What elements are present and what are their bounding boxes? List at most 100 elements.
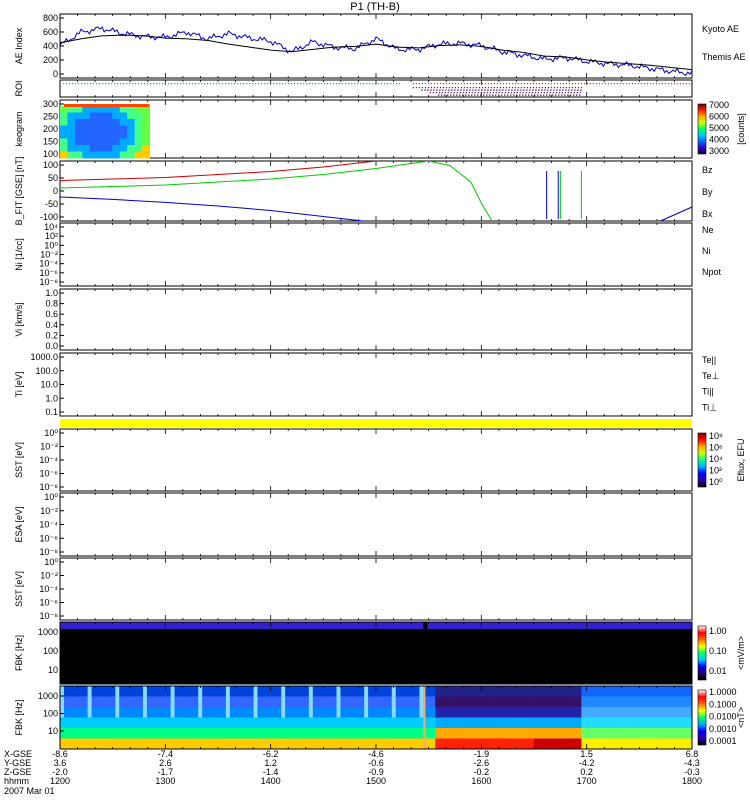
roi-dot xyxy=(517,87,520,89)
fbk-scm-cell xyxy=(597,728,602,739)
fbk-scm-cell xyxy=(435,696,440,708)
keogram-cell xyxy=(67,112,76,120)
fbk-scm-cell xyxy=(71,707,77,718)
roi-dot xyxy=(448,83,451,85)
ni-frame xyxy=(59,222,693,287)
fbk-scm-cell xyxy=(455,686,460,697)
fbk-scm-cell xyxy=(644,728,649,739)
fbk-scm-cell xyxy=(300,717,306,729)
ti-ytick-label: 1000.0 xyxy=(30,352,58,362)
fbk-scm-colorbar xyxy=(697,689,707,746)
fbk-scm-cell xyxy=(656,728,661,739)
fbk-edc-ytick-label: 100 xyxy=(43,646,58,656)
vi-ytick-label: 0.4 xyxy=(45,320,58,330)
fbk-scm-cell xyxy=(127,707,132,718)
roi-dot xyxy=(516,94,518,96)
fbk-scm-cell xyxy=(150,738,156,750)
fbk-scm-cell xyxy=(115,728,120,739)
fbk-scm-cell xyxy=(545,707,551,718)
plot-title: P1 (TH-B) xyxy=(350,1,400,13)
roi-dot xyxy=(502,87,505,89)
roi-dot xyxy=(481,83,484,85)
fbk-scm-cell xyxy=(553,728,559,739)
roi-dot xyxy=(544,83,547,85)
fbk-scm-cell xyxy=(648,686,653,697)
keogram-ytick-label: 150 xyxy=(43,137,58,147)
fbk-scm-cell xyxy=(115,696,120,708)
fbk-scm-cell xyxy=(486,696,491,708)
roi-dot xyxy=(123,83,125,85)
fbk-scm-cell xyxy=(660,728,665,739)
fbk-scm-cell xyxy=(139,707,144,718)
ti-ytick-label: 10.0 xyxy=(40,380,58,390)
fbk-scm-cell xyxy=(534,738,539,750)
fbk-scm-cell xyxy=(526,728,531,739)
fbk-scm-cell xyxy=(482,717,487,729)
fbk-scm-cell xyxy=(470,696,476,708)
fbk-scm-cell xyxy=(111,738,116,750)
roi-dot xyxy=(415,83,418,85)
roi-dot xyxy=(490,89,492,91)
fbk-scm-cell xyxy=(158,696,164,708)
roi-dot xyxy=(384,83,386,85)
roi-dot xyxy=(475,89,477,91)
fbk-scm-cell xyxy=(616,686,622,697)
ti-legend-2: Ti|| xyxy=(702,387,714,397)
roi-dot xyxy=(646,83,649,85)
roi-dot xyxy=(462,94,464,96)
keogram-cell xyxy=(97,119,106,126)
fbk-scm-cell xyxy=(198,707,203,718)
fbk-scm-cell xyxy=(573,738,578,750)
roi-dot xyxy=(339,83,341,85)
fbk-scm-cell xyxy=(561,717,566,729)
fbk-scm-cell xyxy=(182,707,187,718)
roi-dot xyxy=(658,83,661,85)
roi-dot xyxy=(330,83,332,85)
roi-dot xyxy=(652,83,655,85)
fbk-scm-cell xyxy=(486,717,491,729)
roi-dot xyxy=(469,87,472,89)
fbk-scm-cell xyxy=(411,707,416,718)
fbk-scm-ytick-label: 10 xyxy=(48,726,58,736)
roi-dot xyxy=(126,83,128,85)
fbk-scm-cell xyxy=(379,717,385,729)
fbk-scm-cell xyxy=(407,696,412,708)
fbk-scm-cell xyxy=(490,707,495,718)
fbk-scm-cell xyxy=(79,728,85,739)
axis-tick-hhmm: 1200 xyxy=(50,776,70,786)
ae-ytick-label: 0 xyxy=(53,69,58,79)
fbk-scm-cell xyxy=(624,728,630,739)
fbk-scm-cell xyxy=(300,707,306,718)
fbk-scm-cell xyxy=(482,696,487,708)
fbk-scm-cell xyxy=(660,696,665,708)
roi-dot xyxy=(558,94,560,96)
keogram-cell xyxy=(119,119,128,126)
fbk-scm-cell xyxy=(245,707,250,718)
fbk-scm-cell xyxy=(474,738,480,750)
fbk-scm-cell xyxy=(447,707,452,718)
fbk-scm-cell xyxy=(581,696,586,708)
fbk-scm-cell xyxy=(257,717,262,729)
fbk-scm-cell xyxy=(162,728,168,739)
fbk-scm-cell xyxy=(245,738,250,750)
roi-dot xyxy=(183,83,185,85)
fbk-scm-ytick-label: 100 xyxy=(43,709,58,719)
fbk-scm-cell xyxy=(482,707,487,718)
keogram-cell xyxy=(74,112,83,120)
roi-dot xyxy=(547,87,550,89)
fbk-scm-cell xyxy=(522,728,527,739)
fbk-scm-cell xyxy=(206,717,211,729)
keogram-cell xyxy=(112,151,121,159)
roi-dot xyxy=(475,87,478,89)
fbk-scm-cell xyxy=(415,707,420,718)
fbk-scm-cell xyxy=(312,686,318,697)
fbk-scm-cell xyxy=(261,738,266,750)
fbk-scm-cell xyxy=(289,707,294,718)
axis-tick-hhmm: 1300 xyxy=(155,776,175,786)
bfit-ytick-label: 100 xyxy=(43,160,58,170)
fbk-scm-cell xyxy=(656,717,661,729)
roi-dot xyxy=(216,83,218,85)
fbk-scm-cell xyxy=(379,696,385,708)
fbk-scm-cell xyxy=(597,696,602,708)
fbk-scm-cell xyxy=(186,707,191,718)
